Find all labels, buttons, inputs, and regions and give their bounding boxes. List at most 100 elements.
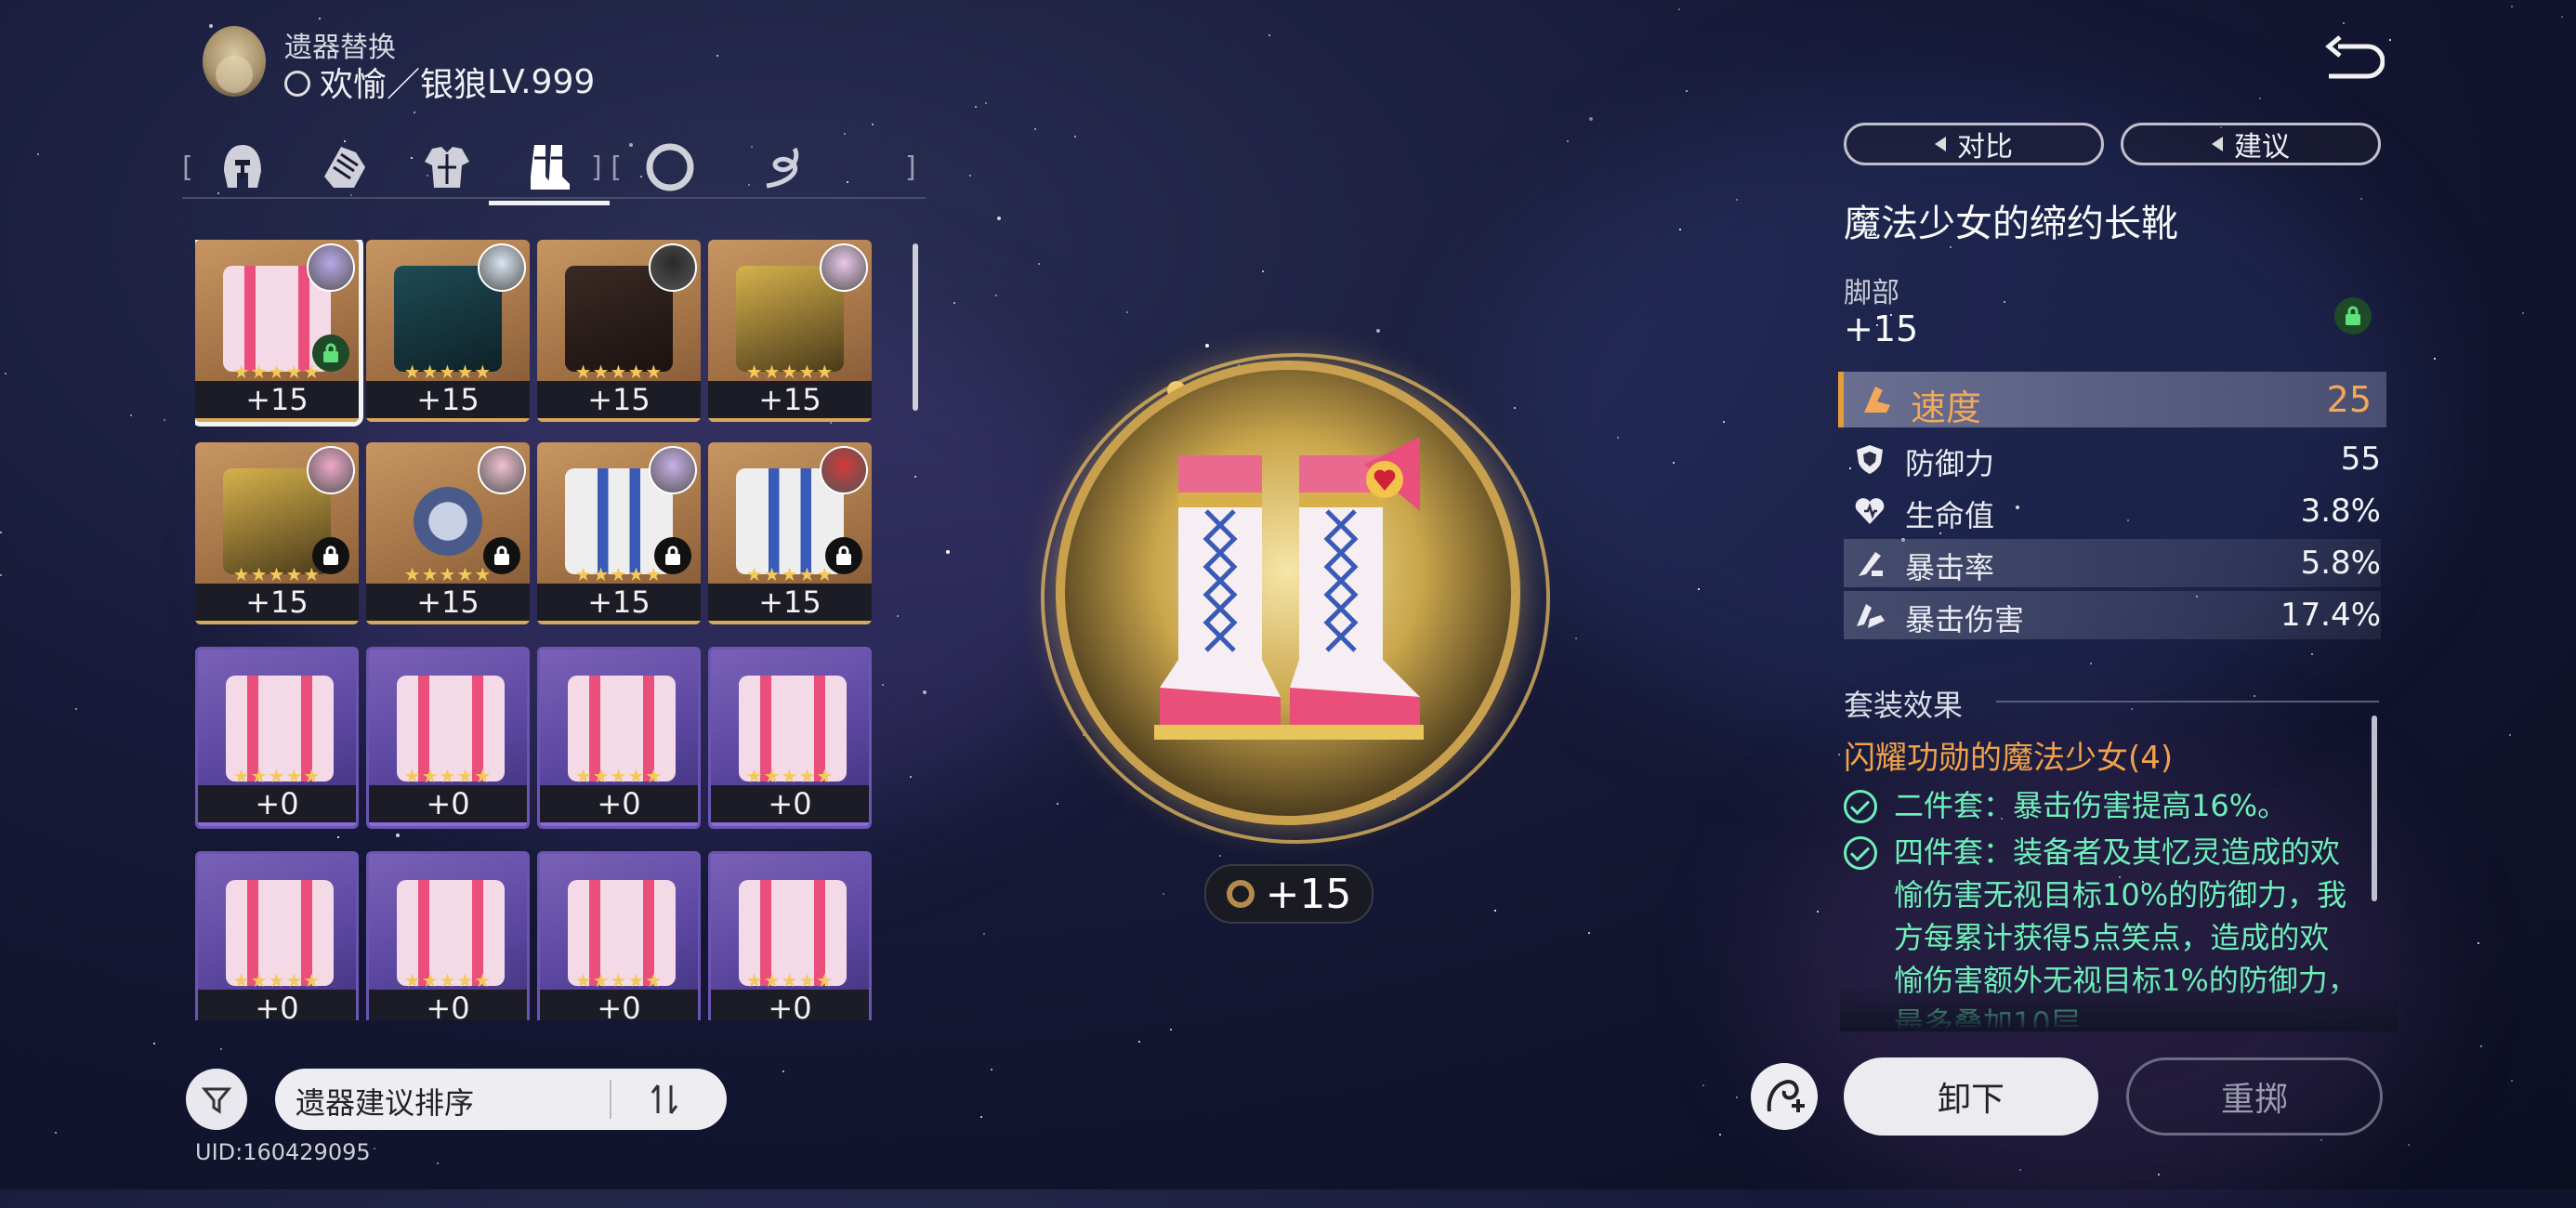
relic-level-label: +0 [711,990,869,1020]
rarity-stars: ★★★★★ [745,969,835,991]
tab-link-rope[interactable] [740,135,823,200]
lock-toggle[interactable] [2334,297,2372,335]
star-dot [1170,1029,1172,1031]
star-dot [782,1070,784,1072]
star-dot [164,419,165,421]
relic-grid-item[interactable]: ★★★★★ +15 [366,240,530,422]
character-path: 欢愉／银狼 [320,66,488,104]
sub-stat-value: 55 [2340,440,2381,478]
relic-level-label: +15 [366,584,530,624]
star-dot [991,1069,992,1070]
star-dot [153,1043,155,1044]
relic-grid-item[interactable]: ★★★★★ +0 [366,647,530,829]
tab-body[interactable] [405,135,489,200]
relic-name: 魔法少女的缔约长靴 [1844,203,2178,245]
lock-icon [2346,306,2360,325]
relic-fodder-button[interactable] [1751,1063,1818,1130]
crit-dmg-icon [1857,604,1885,628]
equipped-character-avatar [478,243,526,292]
star-dot [1376,329,1380,333]
sub-stat-row: 生命值 3.8% [1844,487,2381,535]
star-dot [997,217,1001,220]
gauntlet-icon [324,147,365,188]
main-stat-row: 速度 25 [1838,372,2386,428]
tab-feet[interactable] [489,135,610,205]
rarity-stars: ★★★★★ [232,969,322,991]
sort-order-icon[interactable] [643,1078,686,1121]
relic-grid-item[interactable]: ★★★★★ +0 [195,851,359,1020]
sub-stat-row: 暴击伤害 17.4% [1844,591,2381,639]
star-dot [2561,16,2563,18]
star-dot [914,476,916,478]
star-dot [2480,1045,2482,1047]
relic-level-label: +0 [711,785,869,826]
lock-icon [654,537,691,574]
relic-level-label: +0 [198,990,356,1020]
star-dot [983,933,985,935]
star-dot [1817,911,1819,913]
sub-stat-name: 暴击率 [1905,550,1995,585]
rarity-stars: ★★★★★ [403,361,493,383]
sort-separator [610,1080,611,1119]
reroll-button[interactable]: 重掷 [2126,1057,2383,1136]
relic-grid-item[interactable]: ★★★★★ +15 [708,442,872,624]
relic-grid-item[interactable]: ★★★★★ +15 [537,240,701,422]
star-dot [2477,942,2479,944]
set-effect-scrollbar[interactable] [2372,716,2377,901]
star-dot [2320,1139,2322,1141]
relic-grid-item[interactable]: ★★★★★ +0 [708,647,872,829]
star-dot [1126,311,1128,313]
rarity-stars: ★★★★★ [403,969,493,991]
star-dot [1034,128,1036,130]
relic-grid-item[interactable]: ★★★★★ +0 [366,851,530,1020]
star-dot [75,708,77,710]
tabs-divider [182,197,926,199]
filter-button[interactable] [186,1069,247,1130]
crit-rate-icon [1859,552,1883,576]
relic-grid-item[interactable]: ★★★★★ +15 [366,442,530,624]
suggest-arrow-icon [2212,137,2223,151]
speed-icon [1864,387,1890,413]
character-level: LV.999 [487,62,596,101]
unequip-button[interactable]: 卸下 [1844,1057,2098,1136]
star-dot [995,295,997,296]
equipped-character-avatar [307,446,355,494]
star-dot [897,615,899,617]
relic-grid-item[interactable]: ★★★★★ +0 [708,851,872,1020]
relic-grid-item[interactable]: ★★★★★ +15 [708,240,872,422]
star-dot [1617,437,1619,439]
suggest-button[interactable]: 建议 [2121,123,2381,165]
relic-level-label: +15 [195,381,359,422]
star-dot [1723,421,1725,423]
tab-head[interactable] [201,135,284,200]
star-dot [414,112,415,113]
relic-grid-scrollbar[interactable] [913,243,918,411]
relic-grid-item[interactable]: ★★★★★ +0 [537,647,701,829]
heart-icon [1855,498,1885,524]
star-dot [1163,893,1164,895]
star-dot [946,550,950,554]
back-button[interactable] [2320,33,2385,89]
relic-level-label: +15 [708,381,872,422]
relic-grid-item[interactable]: ★★★★★ +15 [537,442,701,624]
equipped-character-avatar [649,243,697,292]
equipped-character-avatar [478,446,526,494]
relic-grid-item[interactable]: ★★★★★ +0 [195,647,359,829]
tab-planar-sphere[interactable] [628,135,712,200]
star-dot [1673,462,1675,464]
helmet-icon [224,145,261,188]
rarity-stars: ★★★★★ [745,765,835,787]
sub-stat-value: 3.8% [2300,492,2381,530]
star-dot [1074,136,1076,138]
sort-dropdown[interactable]: 遗器建议排序 [275,1069,727,1130]
star-dot [2090,663,2092,664]
sub-stat-name: 防御力 [1905,446,1995,481]
equipped-character-avatar [820,446,868,494]
star-dot [5,373,7,374]
main-stat-value: 25 [2326,379,2372,420]
relic-grid-item[interactable]: ★★★★★ +0 [537,851,701,1020]
relic-grid-item[interactable]: ★★★★★ +15 [195,240,363,427]
tab-hands[interactable] [303,135,387,200]
compare-button[interactable]: 对比 [1844,123,2104,165]
relic-grid-item[interactable]: ★★★★★ +15 [195,442,359,624]
